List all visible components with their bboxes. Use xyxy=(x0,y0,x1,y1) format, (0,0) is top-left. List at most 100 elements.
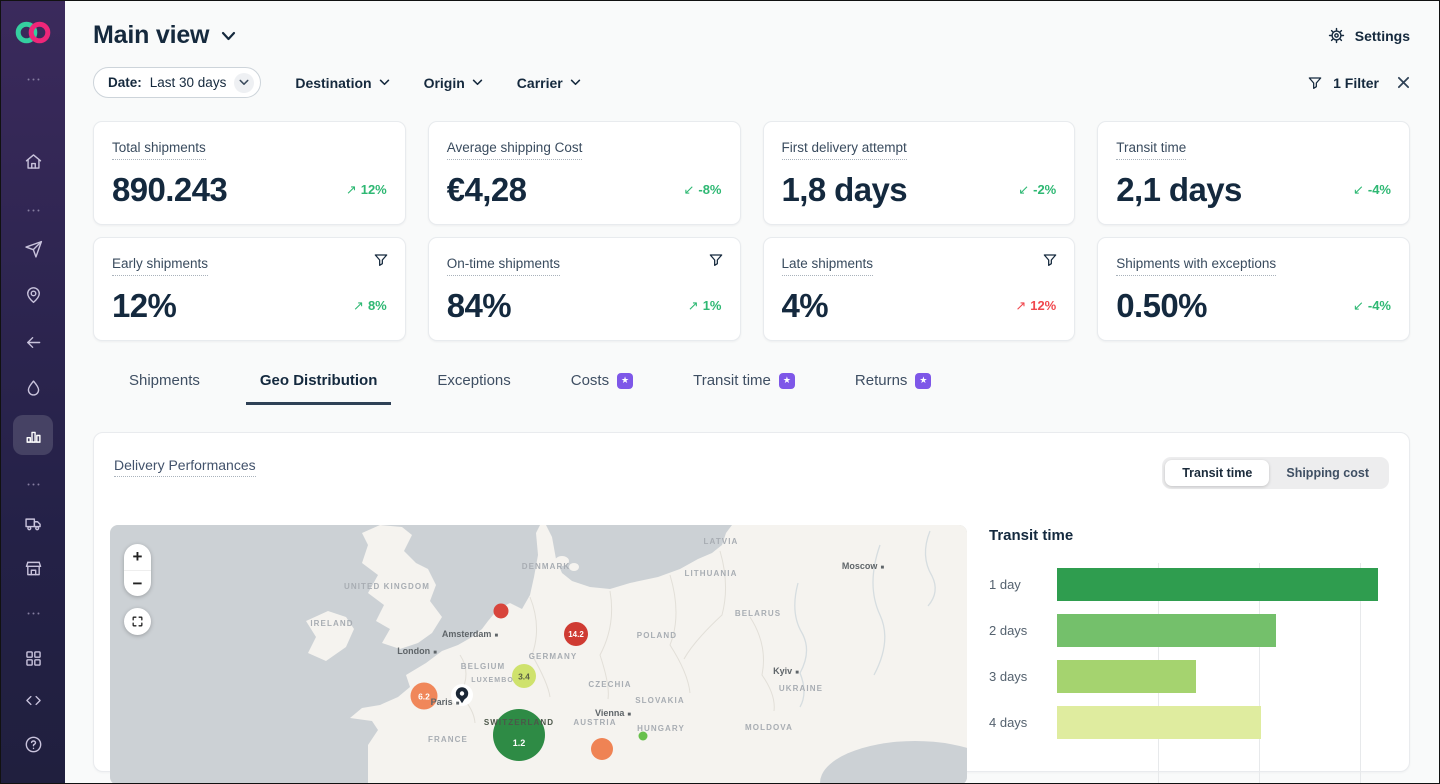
date-filter[interactable]: Date: Last 30 days xyxy=(93,67,261,98)
kpi-title: Shipments with exceptions xyxy=(1116,256,1276,276)
category-label: 4 days xyxy=(989,715,1057,730)
city-label: Amsterdam xyxy=(442,629,492,639)
close-icon xyxy=(1397,76,1410,89)
funnel-icon xyxy=(1042,252,1058,268)
trend-arrow-icon: ↙ xyxy=(683,182,694,198)
country-label: SWITZERLAND xyxy=(484,718,554,727)
funnel-icon xyxy=(708,252,724,268)
kpi-value: 12% xyxy=(112,289,176,322)
store-icon xyxy=(23,558,44,579)
bar-chart-icon xyxy=(23,425,44,446)
country-label: POLAND xyxy=(637,631,677,640)
bar-2-days xyxy=(1057,614,1276,647)
sidebar-more-icon[interactable] xyxy=(13,464,53,504)
country-label: HUNGARY xyxy=(637,724,685,733)
sidebar-more-icon[interactable] xyxy=(13,59,53,99)
map-zoom-out-button[interactable]: − xyxy=(124,570,151,596)
kpi-filter-button[interactable] xyxy=(1042,252,1058,273)
kpi-delta: ↗8% xyxy=(353,298,387,314)
sidebar-item-tracking[interactable] xyxy=(13,274,53,314)
category-label: 1 day xyxy=(989,577,1057,592)
trend-arrow-icon: ↗ xyxy=(346,182,357,198)
transit-time-chart: Transit time 1 day 2 days xyxy=(989,525,1389,784)
country-label: MOLDOVA xyxy=(745,723,793,732)
sidebar-item-carriers[interactable] xyxy=(13,503,53,543)
tab-exceptions[interactable]: Exceptions xyxy=(423,372,524,405)
selected-location-pin[interactable] xyxy=(451,684,473,706)
chart-row: 2 days xyxy=(989,614,1389,647)
trend-arrow-icon: ↙ xyxy=(1353,182,1364,198)
tab-returns[interactable]: Returns★ xyxy=(841,372,946,405)
kpi-filter-button[interactable] xyxy=(708,252,724,273)
chart-row: 4 days xyxy=(989,706,1389,739)
company-logo xyxy=(13,19,53,51)
sidebar-item-analytics[interactable] xyxy=(13,415,53,455)
kpi-filter-button[interactable] xyxy=(373,252,389,273)
kpi-value: 0.50% xyxy=(1116,289,1207,322)
sidebar-item-developer[interactable] xyxy=(13,680,53,720)
kpi-delta: ↗12% xyxy=(346,182,387,198)
chevron-down-icon xyxy=(379,79,390,86)
city-label: Paris xyxy=(431,697,453,707)
sidebar-more-icon[interactable] xyxy=(13,190,53,230)
map-marker-dot[interactable] xyxy=(494,604,509,619)
settings-button[interactable]: Settings xyxy=(1327,26,1410,45)
delivery-performances-panel: Delivery Performances Transit time Shipp… xyxy=(93,432,1410,772)
grid-apps-icon xyxy=(23,648,44,669)
bar-1-day xyxy=(1057,568,1378,601)
kpi-title: Total shipments xyxy=(112,140,206,160)
bar-3-days xyxy=(1057,660,1196,693)
category-label: 2 days xyxy=(989,623,1057,638)
origin-filter-dropdown[interactable]: Origin xyxy=(424,75,483,91)
kpi-delta: ↙-2% xyxy=(1018,182,1056,198)
tab-costs[interactable]: Costs★ xyxy=(557,372,647,405)
marker-value: 6.2 xyxy=(418,692,430,702)
map-fullscreen-button[interactable] xyxy=(124,608,151,635)
country-label: UKRAINE xyxy=(779,684,823,693)
country-label: BELARUS xyxy=(735,609,781,618)
date-filter-value: Last 30 days xyxy=(150,75,227,90)
map-marker-cluster[interactable] xyxy=(591,738,613,760)
clear-filters-button[interactable] xyxy=(1397,76,1410,89)
tab-transit-time[interactable]: Transit time★ xyxy=(679,372,809,405)
kpi-card-transit-time: Transit time 2,1 days ↙-4% xyxy=(1097,121,1410,225)
sidebar-item-help[interactable] xyxy=(13,724,53,764)
sidebar-item-returns[interactable] xyxy=(13,322,53,362)
sidebar-item-home[interactable] xyxy=(13,141,53,181)
trend-arrow-icon: ↙ xyxy=(1018,182,1029,198)
svg-text:Amsterdam■: Amsterdam■ xyxy=(442,629,499,639)
trend-arrow-icon: ↙ xyxy=(1353,298,1364,314)
chevron-down-icon xyxy=(472,79,483,86)
destination-filter-dropdown[interactable]: Destination xyxy=(295,75,389,91)
kpi-card-on-time-shipments: On-time shipments 84% ↗1% xyxy=(428,237,741,341)
active-filters-indicator[interactable]: 1 Filter xyxy=(1307,75,1410,91)
sidebar-item-stores[interactable] xyxy=(13,548,53,588)
tab-geo-distribution[interactable]: Geo Distribution xyxy=(246,372,392,405)
dropdown-label: Carrier xyxy=(517,75,563,91)
page-title: Main view xyxy=(93,21,209,50)
map-marker-dot[interactable] xyxy=(639,732,648,741)
toggle-shipping-cost[interactable]: Shipping cost xyxy=(1269,460,1386,486)
tab-shipments[interactable]: Shipments xyxy=(115,372,214,405)
country-label: CZECHIA xyxy=(588,680,631,689)
fullscreen-icon xyxy=(131,615,144,628)
kpi-card-total-shipments: Total shipments 890.243 ↗12% xyxy=(93,121,406,225)
kpi-value: 2,1 days xyxy=(1116,173,1241,206)
europe-map[interactable]: UNITED KINGDOM IRELAND DENMARK LATVIA LI… xyxy=(110,525,967,784)
sidebar-item-monitoring[interactable] xyxy=(13,368,53,408)
sidebar-item-apps[interactable] xyxy=(13,638,53,678)
country-label: IRELAND xyxy=(310,619,353,628)
sidebar-more-icon[interactable] xyxy=(13,593,53,633)
code-icon xyxy=(23,690,44,711)
sidebar-item-shipments[interactable] xyxy=(13,229,53,269)
carrier-filter-dropdown[interactable]: Carrier xyxy=(517,75,581,91)
country-label: LATVIA xyxy=(704,537,739,546)
map-marker-cluster[interactable] xyxy=(493,709,545,761)
map-canvas: UNITED KINGDOM IRELAND DENMARK LATVIA LI… xyxy=(110,525,967,784)
view-switcher[interactable]: Main view xyxy=(93,21,236,50)
truck-icon xyxy=(23,513,44,534)
app-window: Main view Settings Date: Last 30 days xyxy=(0,0,1440,784)
toggle-transit-time[interactable]: Transit time xyxy=(1165,460,1269,486)
map-zoom-in-button[interactable]: + xyxy=(124,544,151,570)
metric-toggle: Transit time Shipping cost xyxy=(1162,457,1389,489)
